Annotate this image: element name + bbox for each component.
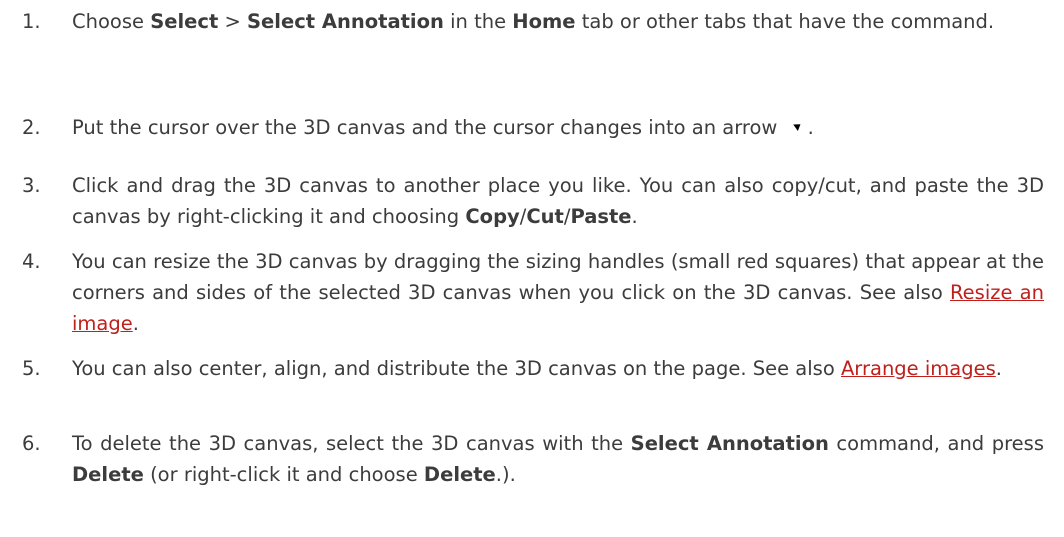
text-segment: . (807, 116, 814, 139)
text-segment: tab or other tabs that have the command. (575, 10, 995, 33)
text-segment: You can also center, align, and distribu… (72, 357, 841, 380)
text-segment: .). (495, 463, 516, 486)
bold-term: Cut (526, 205, 564, 228)
step-text: Choose Select > Select Annotation in the… (72, 6, 1044, 37)
step-number: 2. (22, 116, 41, 139)
text-segment: You can resize the 3D canvas by dragging… (72, 250, 1044, 304)
step-text: To delete the 3D canvas, select the 3D c… (72, 428, 1044, 490)
text-segment: in the (443, 10, 513, 33)
step-text: Put the cursor over the 3D canvas and th… (72, 112, 1044, 143)
step-text: You can also center, align, and distribu… (72, 353, 1044, 384)
bold-term: Copy (465, 205, 520, 228)
bold-term: Select Annotation (630, 432, 829, 455)
step-number: 3. (22, 174, 41, 197)
text-segment: . (631, 205, 638, 228)
step-number: 1. (22, 10, 41, 33)
step-text: You can resize the 3D canvas by dragging… (72, 246, 1044, 339)
text-segment: (or right-click it and choose (143, 463, 424, 486)
step-number: 5. (22, 357, 41, 380)
step-text: Click and drag the 3D canvas to another … (72, 170, 1044, 232)
text-segment: . (132, 312, 139, 335)
text-segment: . (995, 357, 1002, 380)
text-segment: command, and press (828, 432, 1045, 455)
text-segment: To delete the 3D canvas, select the 3D c… (72, 432, 631, 455)
arrow-cursor-icon (793, 121, 804, 131)
bold-term: Delete (72, 463, 144, 486)
bold-term: Paste (570, 205, 632, 228)
step-number: 4. (22, 250, 41, 273)
text-segment: > (218, 10, 248, 33)
bold-term: Select Annotation (247, 10, 444, 33)
step-number: 6. (22, 432, 41, 455)
bold-term: Select (150, 10, 219, 33)
text-segment: Choose (72, 10, 151, 33)
arrange-images-link[interactable]: Arrange images (841, 357, 996, 380)
bold-term: Home (512, 10, 576, 33)
bold-term: Delete (423, 463, 496, 486)
text-segment: Put the cursor over the 3D canvas and th… (72, 116, 778, 139)
